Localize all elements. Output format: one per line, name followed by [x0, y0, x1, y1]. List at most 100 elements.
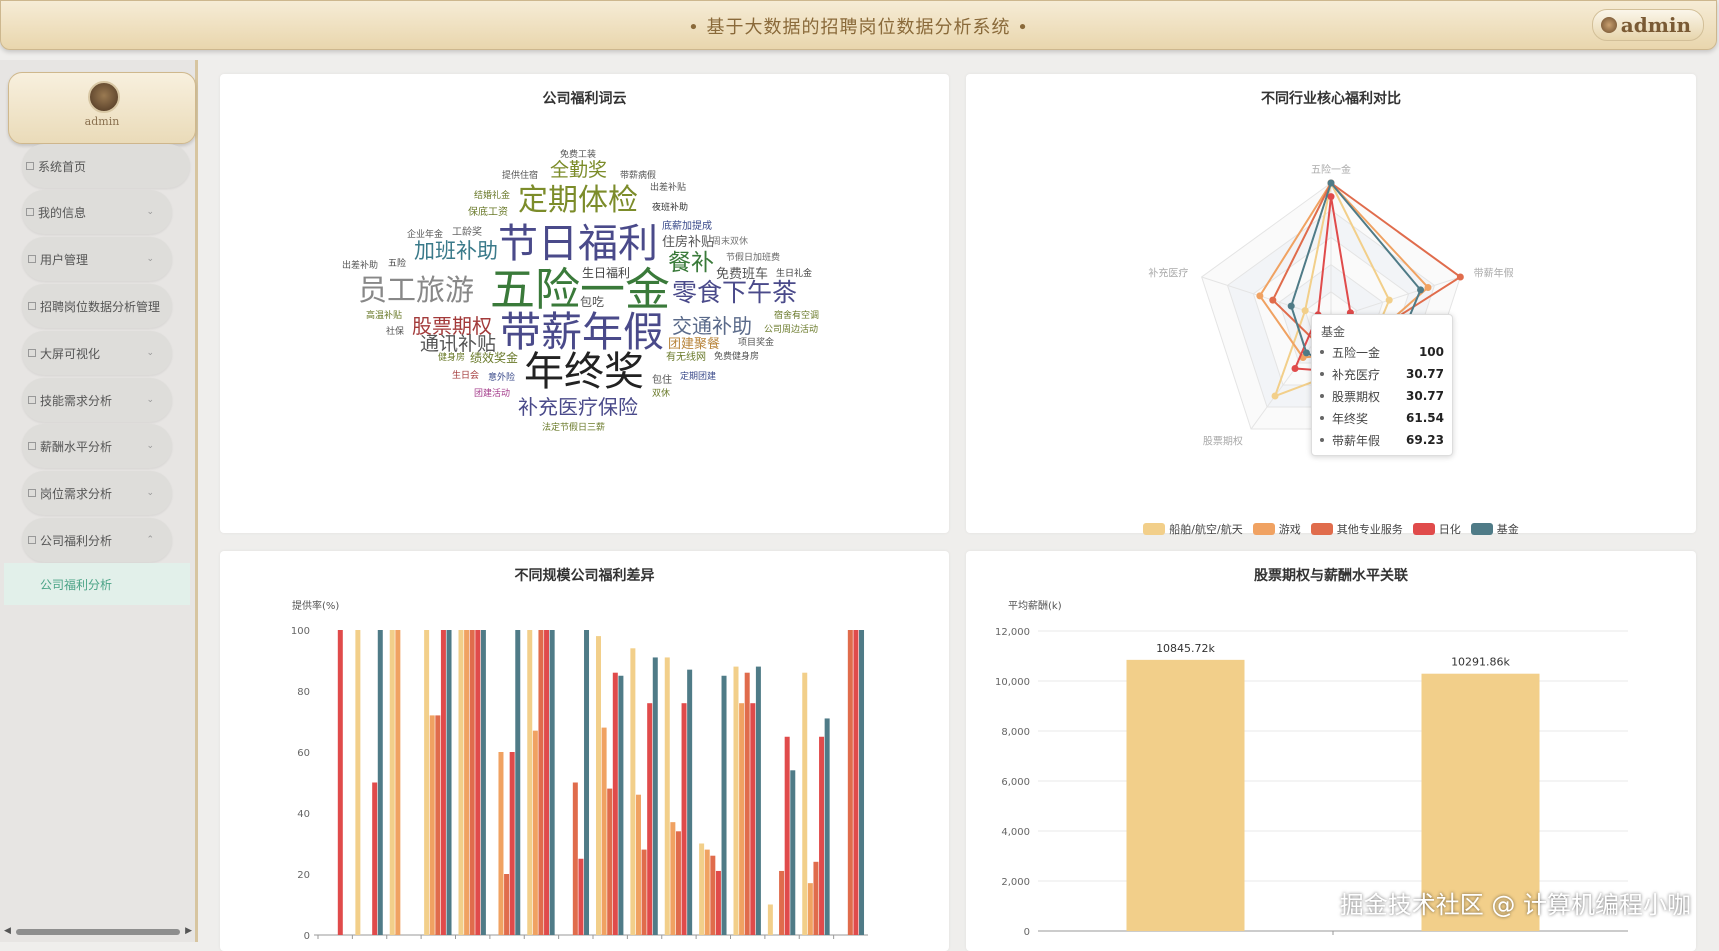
bar[interactable]	[607, 788, 613, 935]
bar[interactable]	[440, 630, 446, 935]
bar[interactable]	[807, 883, 813, 935]
bar[interactable]	[584, 630, 590, 935]
bar[interactable]	[687, 669, 693, 935]
salary-bar[interactable]	[1126, 659, 1245, 931]
bar[interactable]	[664, 657, 670, 935]
bar[interactable]	[744, 672, 750, 935]
sidebar-item-my-info[interactable]: 我的信息 ⌄	[22, 190, 172, 234]
bar[interactable]	[538, 630, 544, 935]
bar[interactable]	[721, 675, 727, 935]
radar-point[interactable]	[1327, 193, 1335, 201]
bar[interactable]	[515, 630, 521, 935]
radar-point[interactable]	[1256, 292, 1264, 300]
radar-point[interactable]	[1269, 296, 1277, 304]
bar[interactable]	[715, 870, 721, 935]
sidebar-item-job-data-management[interactable]: 招聘岗位数据分析管理	[22, 284, 172, 328]
bar[interactable]	[675, 831, 681, 935]
radar-point[interactable]	[1456, 273, 1464, 281]
bar[interactable]	[504, 874, 510, 935]
bar[interactable]	[784, 736, 790, 935]
sidebar-item-welfare-analysis[interactable]: 公司福利分析 ⌃	[22, 518, 172, 562]
bar[interactable]	[847, 630, 853, 935]
profile-card[interactable]: admin	[8, 72, 196, 144]
radar-point[interactable]	[1302, 349, 1310, 357]
bar[interactable]	[532, 730, 538, 935]
bar[interactable]	[755, 666, 761, 935]
sidebar-item-job-demand-analysis[interactable]: 岗位需求分析 ⌄	[22, 471, 172, 515]
bar[interactable]	[544, 630, 550, 935]
bar[interactable]	[435, 715, 441, 935]
radar-point[interactable]	[1417, 286, 1425, 294]
legend-item[interactable]: 船舶/航空/航天	[1143, 521, 1243, 537]
bar[interactable]	[670, 822, 676, 935]
legend-item[interactable]: 其他专业服务	[1310, 521, 1403, 537]
bar[interactable]	[464, 630, 470, 935]
radar-point[interactable]	[1424, 283, 1432, 291]
legend-item[interactable]: 日化	[1412, 521, 1461, 537]
bar[interactable]	[601, 727, 607, 935]
bar[interactable]	[612, 672, 618, 935]
bar[interactable]	[618, 675, 624, 935]
user-menu[interactable]: admin	[1591, 9, 1704, 41]
sidebar-item-salary-analysis[interactable]: 薪酬水平分析 ⌄	[22, 424, 172, 468]
bar[interactable]	[819, 736, 825, 935]
bar[interactable]	[733, 666, 739, 935]
bar[interactable]	[429, 715, 435, 935]
bar[interactable]	[549, 630, 555, 935]
scroll-right-icon[interactable]: ▶	[185, 926, 192, 936]
legend-item[interactable]: 基金	[1470, 521, 1519, 537]
bar[interactable]	[699, 843, 705, 936]
bar[interactable]	[802, 672, 808, 935]
bar[interactable]	[739, 703, 745, 935]
sidebar-item-home[interactable]: 系统首页	[22, 144, 190, 188]
radar-point[interactable]	[1291, 365, 1299, 373]
bar[interactable]	[424, 630, 430, 935]
bar[interactable]	[377, 630, 383, 935]
bar[interactable]	[710, 855, 716, 935]
bar[interactable]	[469, 630, 475, 935]
bar[interactable]	[790, 770, 796, 935]
bar[interactable]	[824, 718, 830, 935]
bar[interactable]	[527, 630, 533, 935]
bar[interactable]	[813, 861, 819, 935]
bar[interactable]	[596, 636, 601, 935]
bar[interactable]	[395, 630, 401, 935]
bar[interactable]	[355, 630, 361, 935]
bar[interactable]	[853, 630, 859, 935]
bar[interactable]	[779, 870, 785, 935]
bar[interactable]	[681, 703, 687, 935]
radar-point[interactable]	[1327, 179, 1335, 187]
bar[interactable]	[641, 849, 647, 935]
bar[interactable]	[572, 782, 578, 936]
scroll-left-icon[interactable]: ◀	[4, 926, 11, 936]
bar[interactable]	[475, 630, 481, 935]
radar-point[interactable]	[1271, 392, 1279, 400]
sidebar-item-big-screen[interactable]: 大屏可视化 ⌄	[22, 331, 172, 375]
radar-point[interactable]	[1301, 307, 1309, 315]
sidebar-item-skill-analysis[interactable]: 技能需求分析 ⌄	[22, 378, 172, 422]
bar[interactable]	[446, 630, 452, 935]
bar[interactable]	[389, 630, 395, 935]
bar[interactable]	[635, 794, 641, 935]
sidebar-item-user-management[interactable]: 用户管理 ⌄	[22, 237, 172, 281]
bar[interactable]	[509, 752, 515, 935]
bar[interactable]	[767, 904, 773, 936]
bar[interactable]	[652, 657, 658, 935]
legend-item[interactable]: 游戏	[1252, 521, 1301, 537]
bar[interactable]	[337, 630, 343, 935]
bar[interactable]	[458, 630, 464, 935]
radar-point[interactable]	[1287, 302, 1295, 310]
bar[interactable]	[647, 703, 653, 935]
bar[interactable]	[498, 752, 504, 935]
radar-point[interactable]	[1385, 296, 1393, 304]
bar[interactable]	[704, 849, 710, 935]
sidebar-subitem-welfare-analysis[interactable]: 公司福利分析	[4, 563, 190, 605]
scrollbar-thumb[interactable]	[16, 929, 180, 935]
bar[interactable]	[578, 858, 584, 935]
bar[interactable]	[372, 782, 378, 936]
sidebar-horizontal-scrollbar[interactable]: ◀ ▶	[4, 926, 192, 936]
bar[interactable]	[859, 630, 865, 935]
bar[interactable]	[480, 630, 486, 935]
bar[interactable]	[750, 703, 756, 935]
bar[interactable]	[630, 648, 636, 935]
